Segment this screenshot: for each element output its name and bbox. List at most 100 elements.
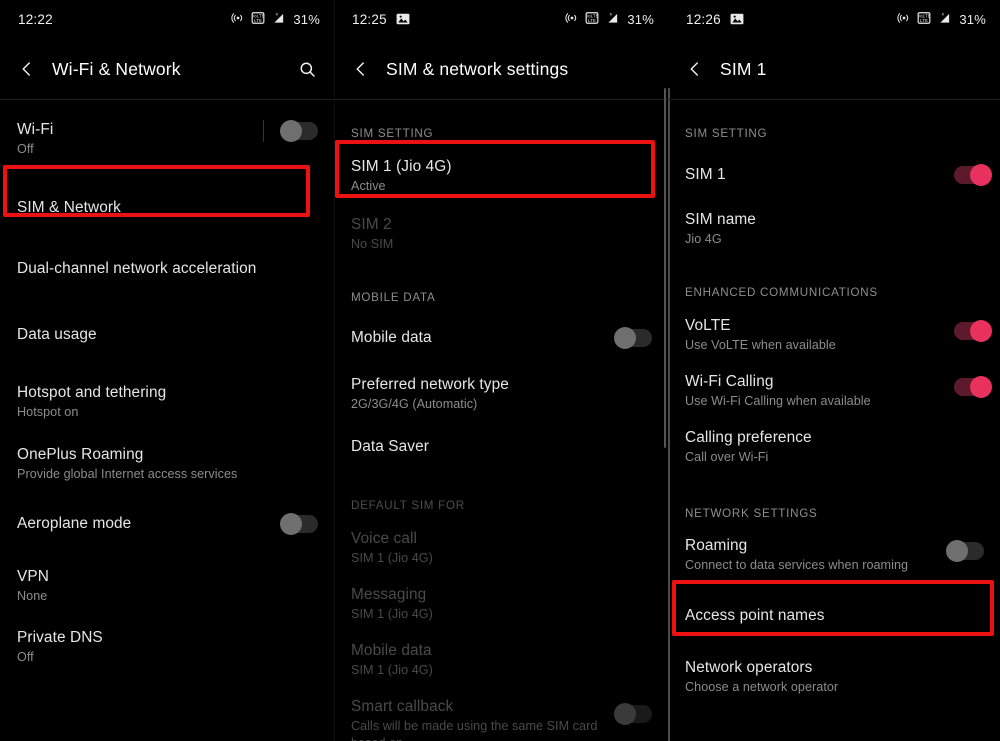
list-item-title: Messaging — [351, 586, 427, 603]
list-item-hotspot-tethering[interactable]: Hotspot and tethering Hotspot on — [0, 383, 334, 423]
list-item-title: Wi-Fi — [17, 121, 54, 138]
volte-icon: VoLTE LTE — [585, 11, 599, 28]
list-item-title: Calling preference — [685, 429, 812, 446]
list-item-title: SIM & Network — [17, 199, 121, 216]
list-item-title: Voice call — [351, 530, 418, 547]
list-item-title: Network operators — [685, 659, 813, 676]
three-panel-screenshot-strip: 12:22 VoLTE LTE x 31% Wi-Fi & Network Wi… — [0, 0, 1000, 741]
list-item-sim1-enable[interactable]: SIM 1 — [668, 162, 1000, 188]
list-item-network-operators[interactable]: Network operators Choose a network opera… — [668, 658, 1000, 698]
hotspot-icon — [231, 11, 245, 28]
back-arrow-icon[interactable] — [14, 56, 40, 82]
list-item-aeroplane-mode[interactable]: Aeroplane mode — [0, 511, 334, 537]
list-item-subtitle: Jio 4G — [685, 232, 722, 247]
status-bar: 12:25 VoLTE LTE x 31% — [334, 0, 668, 38]
list-item-title: Dual-channel network acceleration — [17, 260, 257, 277]
svg-text:x: x — [942, 11, 945, 16]
list-item-title: Private DNS — [17, 629, 103, 646]
smart-callback-toggle[interactable] — [614, 703, 652, 725]
list-item-sim-and-network[interactable]: SIM & Network — [0, 198, 334, 228]
list-item-smart-callback[interactable]: Smart callback Calls will be made using … — [334, 697, 668, 741]
list-item-title: Smart callback — [351, 698, 454, 715]
list-item-dual-channel[interactable]: Dual-channel network acceleration — [0, 259, 334, 283]
list-item-subtitle: SIM 1 (Jio 4G) — [351, 551, 433, 566]
section-header-default-sim-for: DEFAULT SIM FOR — [351, 499, 465, 512]
list-item-voice-call[interactable]: Voice call SIM 1 (Jio 4G) — [334, 529, 668, 569]
signal-x-icon: x — [937, 11, 952, 28]
list-item-subtitle: Off — [17, 142, 34, 157]
signal-x-icon: x — [271, 11, 286, 28]
panel-sim-network-settings: 12:25 VoLTE LTE x 31% SIM & network sett… — [334, 0, 668, 741]
list-item-data-saver[interactable]: Data Saver — [334, 437, 668, 461]
list-item-subtitle: Hotspot on — [17, 405, 79, 420]
list-item-title: OnePlus Roaming — [17, 446, 144, 463]
list-item-title: Preferred network type — [351, 376, 509, 393]
panel-wifi-and-network: 12:22 VoLTE LTE x 31% Wi-Fi & Network Wi… — [0, 0, 334, 741]
list-item-title: VoLTE — [685, 317, 731, 334]
list-item-title: Mobile data — [351, 329, 432, 347]
battery-percent: 31% — [627, 11, 654, 27]
status-bar: 12:22 VoLTE LTE x 31% — [0, 0, 334, 38]
list-item-wifi[interactable]: Wi-Fi Off — [0, 120, 334, 166]
list-item-subtitle: SIM 1 (Jio 4G) — [351, 663, 433, 678]
page-title: SIM & network settings — [386, 58, 569, 79]
list-item-sim-name[interactable]: SIM name Jio 4G — [668, 210, 1000, 250]
battery-percent: 31% — [959, 11, 986, 27]
list-item-data-usage[interactable]: Data usage — [0, 325, 334, 349]
list-item-private-dns[interactable]: Private DNS Off — [0, 628, 334, 668]
status-bar: 12:26 VoLTE LTE x 31% — [668, 0, 1000, 38]
list-item-roaming[interactable]: Roaming Connect to data services when ro… — [668, 536, 1000, 576]
list-item-title: Mobile data — [351, 642, 432, 659]
appbar-divider — [0, 99, 334, 100]
list-item-wifi-calling[interactable]: Wi-Fi Calling Use Wi-Fi Calling when ava… — [668, 372, 1000, 412]
list-item-title: Hotspot and tethering — [17, 384, 167, 401]
panel-sim1-settings: 12:26 VoLTE LTE x 31% SIM 1 SIM SETTING … — [668, 0, 1000, 741]
status-clock: 12:25 — [352, 11, 387, 27]
section-header-enhanced-communications: ENHANCED COMMUNICATIONS — [685, 286, 878, 299]
list-item-subtitle: Active — [351, 179, 386, 194]
mobile-data-toggle[interactable] — [614, 327, 652, 349]
list-item-title: SIM 2 — [351, 216, 392, 233]
status-clock: 12:22 — [18, 11, 53, 27]
wifi-calling-toggle[interactable] — [954, 376, 992, 398]
list-item-sim1[interactable]: SIM 1 (Jio 4G) Active — [334, 157, 668, 199]
app-bar: Wi-Fi & Network — [0, 38, 334, 100]
section-header-mobile-data: MOBILE DATA — [351, 291, 436, 304]
list-item-title: Data usage — [17, 326, 97, 343]
aeroplane-mode-toggle[interactable] — [280, 513, 318, 535]
list-item-title: SIM name — [685, 211, 756, 228]
list-item-title: Wi-Fi Calling — [685, 373, 774, 390]
list-item-preferred-network-type[interactable]: Preferred network type 2G/3G/4G (Automat… — [334, 375, 668, 415]
list-item-mobile-data[interactable]: Mobile data — [334, 325, 668, 351]
volte-toggle[interactable] — [954, 320, 992, 342]
section-header-sim-setting: SIM SETTING — [351, 127, 434, 140]
volte-icon: VoLTE LTE — [251, 11, 265, 28]
list-item-title: Aeroplane mode — [17, 515, 132, 533]
list-item-default-mobile-data[interactable]: Mobile data SIM 1 (Jio 4G) — [334, 641, 668, 681]
list-item-access-point-names[interactable]: Access point names — [668, 606, 1000, 632]
page-title: Wi-Fi & Network — [52, 58, 181, 79]
section-header-sim-setting: SIM SETTING — [685, 127, 768, 140]
back-arrow-icon[interactable] — [348, 56, 374, 82]
panel-separator — [334, 0, 335, 741]
app-bar: SIM & network settings — [334, 38, 668, 100]
section-header-network-settings: NETWORK SETTINGS — [685, 507, 818, 520]
app-bar: SIM 1 — [668, 38, 1000, 100]
list-item-subtitle: Choose a network operator — [685, 680, 839, 695]
row-divider — [263, 120, 264, 142]
back-arrow-icon[interactable] — [682, 56, 708, 82]
list-item-messaging[interactable]: Messaging SIM 1 (Jio 4G) — [334, 585, 668, 625]
list-item-vpn[interactable]: VPN None — [0, 567, 334, 607]
search-icon[interactable] — [294, 56, 320, 82]
list-item-title: VPN — [17, 568, 49, 585]
list-item-subtitle: 2G/3G/4G (Automatic) — [351, 397, 478, 412]
list-item-volte[interactable]: VoLTE Use VoLTE when available — [668, 316, 1000, 356]
wifi-toggle[interactable] — [280, 120, 318, 142]
list-item-sim2[interactable]: SIM 2 No SIM — [334, 215, 668, 257]
list-item-oneplus-roaming[interactable]: OnePlus Roaming Provide global Internet … — [0, 445, 334, 485]
vertical-scrollbar[interactable] — [664, 88, 666, 448]
list-item-calling-preference[interactable]: Calling preference Call over Wi-Fi — [668, 428, 1000, 468]
status-clock: 12:26 — [686, 11, 721, 27]
sim1-toggle[interactable] — [954, 164, 992, 186]
roaming-toggle[interactable] — [946, 540, 984, 562]
